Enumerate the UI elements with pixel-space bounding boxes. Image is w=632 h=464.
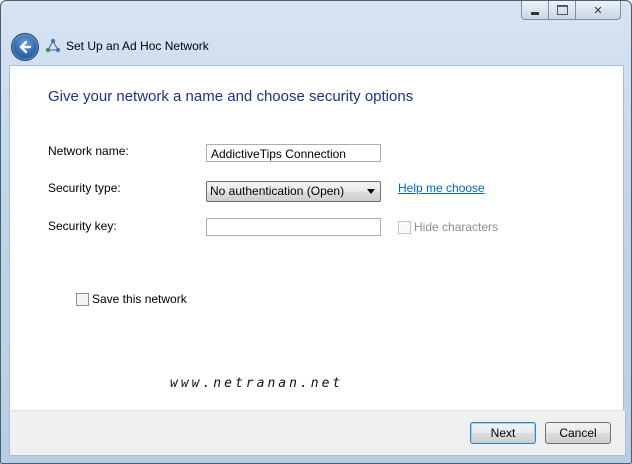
close-icon: ✕ (593, 3, 603, 17)
security-key-input[interactable] (206, 218, 381, 236)
maximize-button[interactable] (549, 1, 576, 20)
minimize-button[interactable] (521, 1, 549, 20)
window-title: Set Up an Ad Hoc Network (66, 39, 209, 53)
wizard-window: ✕ Set Up an Ad Hoc Network Give your net… (0, 0, 632, 464)
page-heading: Give your network a name and choose secu… (48, 88, 414, 105)
close-button[interactable]: ✕ (576, 1, 621, 20)
security-key-label: Security key: (48, 219, 117, 233)
network-name-label: Network name: (48, 144, 129, 158)
security-type-label: Security type: (48, 181, 121, 195)
security-type-value: No authentication (Open) (210, 184, 345, 198)
save-network-checkbox[interactable] (76, 293, 89, 306)
cancel-button[interactable]: Cancel (545, 422, 611, 444)
wizard-footer: Next Cancel (9, 410, 626, 456)
hide-characters-checkbox[interactable] (398, 221, 411, 234)
network-name-input[interactable]: AddictiveTips Connection (206, 144, 381, 162)
maximize-icon (556, 5, 568, 15)
hide-characters-label: Hide characters (414, 220, 499, 234)
back-button[interactable] (11, 33, 39, 61)
caption-buttons: ✕ (521, 1, 621, 20)
dropdown-arrow-icon (367, 189, 375, 194)
watermark-text: www.netranan.net (170, 376, 344, 391)
save-network-label: Save this network (92, 292, 187, 306)
wizard-content: Give your network a name and choose secu… (9, 65, 624, 411)
security-type-select[interactable]: No authentication (Open) (206, 181, 381, 202)
back-arrow-icon (19, 40, 32, 54)
ad-hoc-network-icon (45, 38, 61, 53)
help-me-choose-link[interactable]: Help me choose (398, 181, 485, 195)
minimize-icon (531, 11, 539, 15)
next-button[interactable]: Next (470, 422, 536, 444)
